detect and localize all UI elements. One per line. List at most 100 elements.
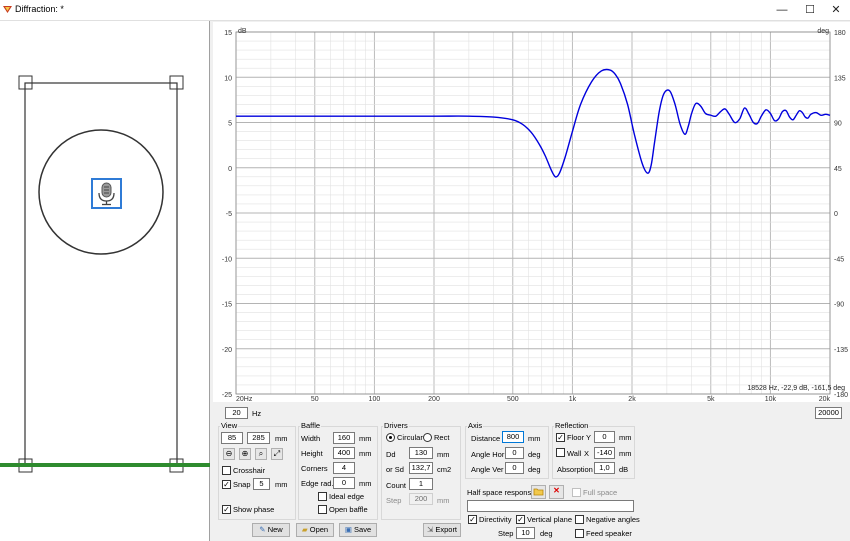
export-button[interactable]: ⇲ Export: [423, 523, 461, 537]
drivers-group-title: Drivers: [383, 421, 409, 430]
directivity-step-input[interactable]: 10: [516, 527, 535, 539]
reflection-group-title: Reflection: [554, 421, 590, 430]
wall-unit: mm: [619, 449, 632, 458]
dd-input[interactable]: 130: [409, 447, 433, 459]
zoom-fit-icon[interactable]: ⌕: [255, 448, 267, 460]
x-tick-label: 50: [311, 396, 319, 402]
circular-radio[interactable]: [386, 433, 395, 442]
baffle-width-input[interactable]: 160: [333, 432, 355, 444]
directivity-checkbox[interactable]: ✓: [468, 515, 477, 524]
directivity-step-unit: deg: [540, 529, 553, 538]
absorption-unit: dB: [619, 465, 629, 474]
freq-min-unit: Hz: [252, 409, 262, 418]
distance-input[interactable]: 800: [502, 431, 524, 443]
view-x-input[interactable]: 85: [221, 432, 243, 444]
baffle-corners-input[interactable]: 4: [333, 462, 355, 474]
directivity-step-label: Step: [498, 529, 514, 538]
angle-ver-unit: deg: [528, 465, 541, 474]
new-button[interactable]: ✎ New: [252, 523, 290, 537]
frequency-response-chart[interactable]: 15 10 5 0 -5 -10 -15 -20 -25 180 135 90 45 0 -45 -90 -13…: [213, 22, 850, 402]
floor-input[interactable]: 0: [594, 431, 615, 443]
vertical-plane-checkbox[interactable]: ✓: [516, 515, 525, 524]
ideal-edge-checkbox[interactable]: [318, 492, 327, 501]
freq-max-input[interactable]: 20000: [815, 407, 842, 419]
y-tick-label: 0: [228, 166, 232, 173]
y2-tick-label: 90: [834, 121, 842, 128]
open-button[interactable]: ▰ Open: [296, 523, 334, 537]
full-space-label: Full space: [583, 488, 618, 497]
full-space-checkbox[interactable]: [572, 488, 581, 497]
angle-ver-input[interactable]: 0: [505, 462, 524, 474]
angle-hor-input[interactable]: 0: [505, 447, 524, 459]
rect-label: Rect: [434, 433, 450, 442]
snap-label: Snap: [233, 480, 251, 489]
driver-step-unit: mm: [437, 496, 450, 505]
baffle-width-label: Width: [301, 434, 321, 443]
app-icon: [3, 5, 12, 14]
crosshair-checkbox[interactable]: [222, 466, 231, 475]
y2-tick-label: 135: [834, 75, 846, 82]
angle-ver-label: Angle Ver: [471, 465, 504, 474]
sd-input[interactable]: 132,7: [409, 462, 433, 474]
y2-tick-label: -90: [834, 302, 844, 309]
axis-group-title: Axis: [467, 421, 484, 430]
count-input[interactable]: 1: [409, 478, 433, 490]
y-tick-label: 15: [224, 30, 232, 37]
wall-input[interactable]: -140: [594, 447, 615, 459]
y2-tick-label: 180: [834, 30, 846, 37]
show-phase-checkbox[interactable]: ✓: [222, 505, 231, 514]
cursor-readout: 18528 Hz, -22,9 dB, -161,5 deg: [747, 385, 845, 392]
open-folder-icon[interactable]: [531, 485, 546, 499]
snap-input[interactable]: 5: [253, 478, 270, 490]
y2-tick-label: 0: [834, 211, 838, 218]
snap-checkbox[interactable]: ✓: [222, 480, 231, 489]
x-tick-label: 20k: [819, 396, 831, 402]
count-label: Count: [386, 481, 407, 490]
y2-tick-label: 45: [834, 166, 842, 173]
close-button[interactable]: ✕: [822, 0, 850, 20]
negative-angles-checkbox[interactable]: [575, 515, 584, 524]
y-tick-label: -20: [222, 347, 232, 354]
baffle-canvas[interactable]: [0, 21, 210, 541]
x-tick-label: 1k: [569, 396, 577, 402]
open-baffle-checkbox[interactable]: [318, 505, 327, 514]
floor-checkbox[interactable]: ✓: [556, 433, 565, 442]
baffle-edge-input[interactable]: 0: [333, 477, 355, 489]
save-button[interactable]: ▣ Save: [339, 523, 377, 537]
x-tick-label: 200: [428, 396, 440, 402]
minimize-button[interactable]: —: [768, 0, 796, 20]
microphone-icon[interactable]: [91, 178, 122, 209]
view-y-input[interactable]: 285: [247, 432, 270, 444]
half-space-path-input[interactable]: [467, 500, 634, 512]
view-unit: mm: [275, 434, 288, 443]
save-button-label: Save: [354, 525, 372, 534]
floor-line: [0, 463, 210, 467]
open-folder-button-icon: ▰: [301, 525, 308, 534]
maximize-button[interactable]: ☐: [796, 0, 824, 20]
directivity-label: Directivity: [479, 515, 512, 524]
baffle-outline: [24, 82, 178, 466]
zoom-in-icon[interactable]: ⊕: [239, 448, 251, 460]
absorption-input[interactable]: 1,0: [594, 462, 615, 474]
zoom-out-icon[interactable]: ⊖: [223, 448, 235, 460]
new-button-label: New: [267, 525, 283, 534]
floor-label: Floor Y: [567, 433, 592, 442]
delete-icon[interactable]: ✕: [549, 485, 564, 499]
wall-label: Wall: [567, 449, 582, 458]
sd-unit: cm2: [437, 465, 452, 474]
half-space-label: Half space response: [467, 488, 536, 497]
y-tick-label: -10: [222, 256, 232, 263]
distance-label: Distance: [471, 434, 501, 443]
zoom-extents-icon[interactable]: ⤢: [271, 448, 283, 460]
x-tick-label: 5k: [707, 396, 715, 402]
freq-min-input[interactable]: 20: [225, 407, 248, 419]
baffle-height-input[interactable]: 400: [333, 447, 355, 459]
wall-checkbox[interactable]: [556, 448, 565, 457]
window-title: Diffraction: *: [15, 4, 64, 14]
sd-label: or Sd: [386, 465, 404, 474]
crosshair-label: Crosshair: [233, 466, 266, 475]
feed-speaker-checkbox[interactable]: [575, 529, 584, 538]
title-bar: Diffraction: * — ☐ ✕: [0, 0, 850, 21]
rect-radio[interactable]: [423, 433, 432, 442]
driver-step-input[interactable]: 200: [409, 493, 433, 505]
